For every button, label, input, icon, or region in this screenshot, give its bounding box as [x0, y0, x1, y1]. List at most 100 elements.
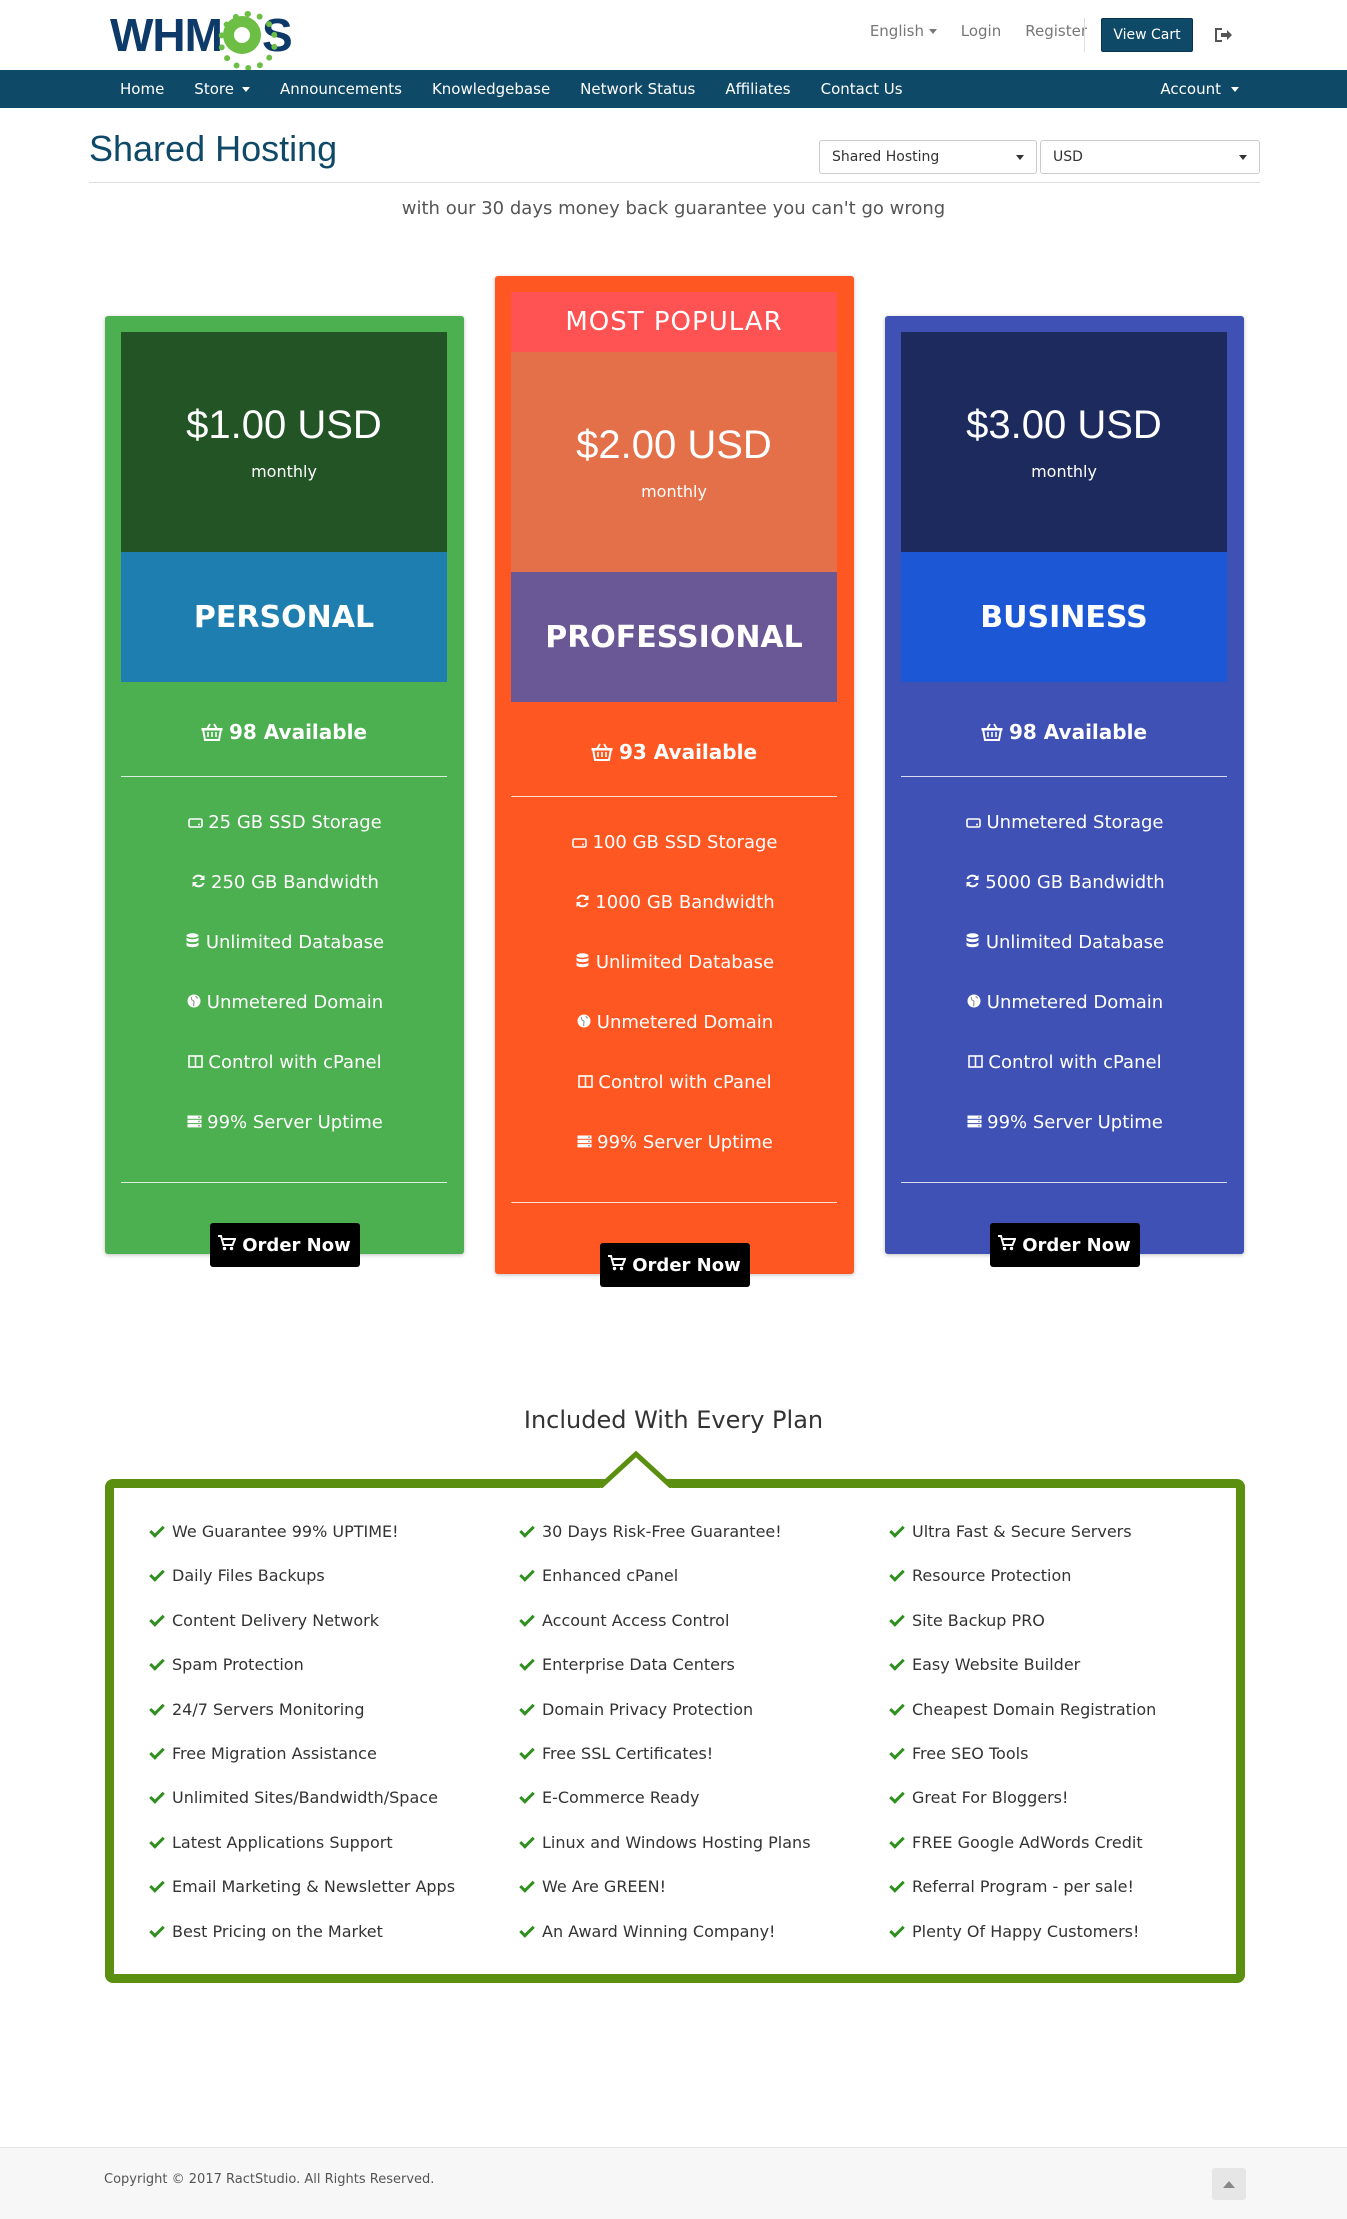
feature-label: Unmetered Storage: [986, 812, 1164, 833]
included-feature-item: E-Commerce Ready: [519, 1788, 700, 1808]
feature-label: Unmetered Domain: [986, 992, 1164, 1013]
sign-out-icon[interactable]: [1212, 24, 1234, 46]
order-now-button[interactable]: Order Now: [209, 1223, 360, 1267]
included-feature-label: Domain Privacy Protection: [542, 1699, 754, 1719]
language-selector[interactable]: English: [870, 22, 937, 40]
check-icon: [149, 1833, 165, 1849]
hdd-icon: [571, 834, 589, 852]
pricing-card-personal: $1.00 USD monthly PERSONAL 98 Available 25 G…: [105, 316, 464, 1267]
nav-item-announcements[interactable]: Announcements: [265, 80, 417, 98]
price-box: $1.00 USD monthly: [121, 332, 447, 552]
included-feature-item: Linux and Windows Hosting Plans: [519, 1832, 811, 1852]
order-now-button[interactable]: Order Now: [989, 1223, 1140, 1267]
view-cart-button[interactable]: View Cart: [1101, 18, 1193, 52]
check-icon: [149, 1877, 165, 1893]
included-feature-label: E-Commerce Ready: [542, 1788, 700, 1808]
included-feature-label: Linux and Windows Hosting Plans: [542, 1832, 811, 1852]
included-feature-label: Free SEO Tools: [912, 1744, 1029, 1763]
feature-label: Unmetered Domain: [596, 1012, 774, 1033]
nav-account[interactable]: Account: [1160, 70, 1239, 108]
product-group-select-value: Shared Hosting: [832, 149, 940, 165]
included-feature-label: Enterprise Data Centers: [542, 1655, 735, 1675]
check-icon: [519, 1566, 535, 1583]
server-icon: [185, 1114, 203, 1132]
check-icon: [519, 1788, 535, 1805]
columns-icon: [576, 1074, 594, 1092]
order-now-label: Order Now: [242, 1234, 351, 1256]
server-icon: [575, 1134, 593, 1152]
pricing-card-professional: MOST POPULAR $2.00 USD monthly PROFESSIONAL…: [495, 276, 854, 1287]
footer: Copyright © 2017 RactStudio. All Rights …: [0, 2147, 1347, 2219]
price-box: $3.00 USD monthly: [901, 332, 1227, 552]
included-feature-item: Enterprise Data Centers: [519, 1655, 735, 1675]
feature-label: Control with cPanel: [208, 1052, 382, 1073]
included-feature-label: Latest Applications Support: [172, 1832, 393, 1852]
order-now-button[interactable]: Order Now: [599, 1243, 750, 1287]
nav-item-knowledgebase[interactable]: Knowledgebase: [417, 80, 565, 98]
included-feature-label: Account Access Control: [542, 1610, 730, 1630]
included-feature-item: Enhanced cPanel: [519, 1566, 678, 1585]
plan-feature: 5000 GB Bandwidth: [901, 872, 1227, 893]
availability: 98 Available: [121, 720, 447, 746]
feature-label: 100 GB SSD Storage: [592, 832, 778, 853]
feature-label: Control with cPanel: [988, 1052, 1162, 1073]
check-icon: [889, 1611, 905, 1627]
included-feature-item: FREE Google AdWords Credit: [889, 1833, 1143, 1852]
chevron-down-icon: [1016, 155, 1024, 160]
columns-icon: [966, 1054, 984, 1072]
whmcs-logo[interactable]: WHMS: [110, 9, 293, 71]
included-feature-label: Ultra Fast & Secure Servers: [912, 1522, 1132, 1541]
check-icon: [519, 1699, 535, 1716]
feature-label: Unlimited Database: [205, 932, 385, 953]
included-feature-label: 30 Days Risk-Free Guarantee!: [542, 1522, 782, 1541]
nav-item-store[interactable]: Store: [179, 80, 265, 98]
nav-item-network-status[interactable]: Network Status: [565, 80, 710, 98]
included-feature-item: Easy Website Builder: [889, 1655, 1080, 1674]
currency-select-value: USD: [1053, 149, 1083, 165]
plan-feature: 25 GB SSD Storage: [121, 812, 447, 833]
plan-feature: Unlimited Database: [901, 932, 1227, 953]
check-icon: [149, 1522, 165, 1538]
feature-label: 5000 GB Bandwidth: [985, 872, 1165, 893]
check-icon: [889, 1877, 905, 1893]
nav-item-label: Home: [120, 80, 165, 98]
included-feature-item: Site Backup PRO: [889, 1611, 1045, 1630]
check-icon: [519, 1877, 535, 1893]
included-feature-item: We Are GREEN!: [519, 1877, 666, 1896]
included-feature-item: Ultra Fast & Secure Servers: [889, 1522, 1132, 1541]
chevron-down-icon: [241, 87, 250, 92]
check-icon: [149, 1744, 165, 1760]
included-feature-item: Great For Bloggers!: [889, 1788, 1068, 1807]
product-group-select[interactable]: Shared Hosting: [819, 140, 1037, 174]
nav-item-affiliates[interactable]: Affiliates: [710, 80, 805, 98]
nav-account-label: Account: [1160, 80, 1221, 98]
nav-item-contact-us[interactable]: Contact Us: [806, 80, 918, 98]
plan-feature: 250 GB Bandwidth: [121, 872, 447, 893]
included-feature-label: Content Delivery Network: [172, 1610, 380, 1630]
register-link[interactable]: Register: [1025, 22, 1087, 40]
plan-feature: 100 GB SSD Storage: [511, 832, 837, 853]
included-feature-item: Daily Files Backups: [149, 1566, 325, 1585]
feature-label: Unmetered Domain: [206, 992, 384, 1013]
check-icon: [149, 1611, 165, 1627]
shopping-basket-icon: [201, 722, 223, 746]
included-feature-item: Resource Protection: [889, 1566, 1071, 1585]
plan-feature: 99% Server Uptime: [901, 1112, 1227, 1133]
included-feature-item: Account Access Control: [519, 1610, 730, 1630]
chevron-down-icon: [1239, 155, 1247, 160]
nav-item-home[interactable]: Home: [105, 80, 179, 98]
plan-feature: Control with cPanel: [511, 1072, 837, 1093]
back-to-top-button[interactable]: [1212, 2168, 1246, 2200]
login-link[interactable]: Login: [961, 22, 1001, 40]
plan-price: $1.00 USD: [186, 403, 382, 447]
hdd-icon: [965, 814, 983, 832]
included-feature-label: Free Migration Assistance: [172, 1744, 377, 1763]
currency-select[interactable]: USD: [1040, 140, 1260, 174]
check-icon: [889, 1566, 905, 1583]
included-feature-item: An Award Winning Company!: [519, 1922, 775, 1941]
shopping-basket-icon: [981, 722, 1003, 746]
check-icon: [519, 1522, 535, 1538]
copyright: Copyright © 2017 RactStudio. All Rights …: [104, 2172, 435, 2187]
check-icon: [889, 1699, 905, 1716]
feature-label: Unlimited Database: [595, 952, 775, 973]
